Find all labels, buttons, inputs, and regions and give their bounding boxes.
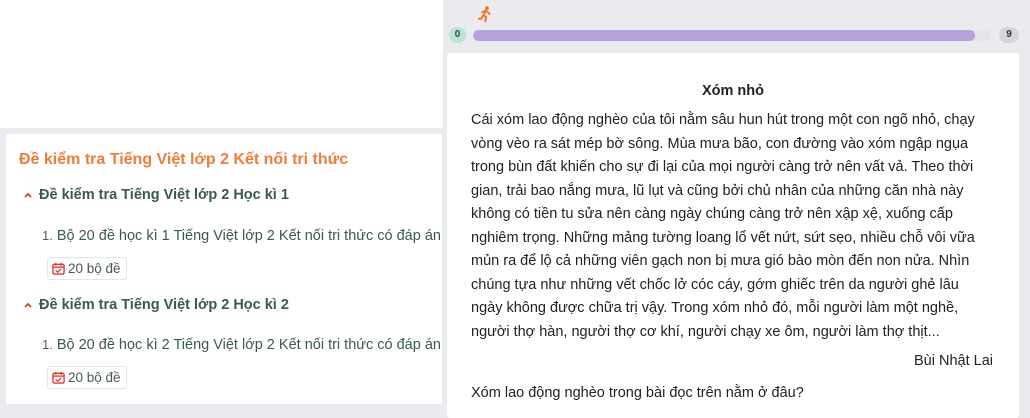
chevron-up-icon <box>23 300 33 310</box>
progress-end-badge: 9 <box>999 27 1019 43</box>
section-heading: Đề kiểm tra Tiếng Việt lớp 2 Học kì 1 <box>39 187 289 203</box>
passage-line: trong bùn đất khiến cho sự đi lại của mọ… <box>471 159 974 175</box>
progress-start-badge: 0 <box>449 27 466 43</box>
item-link-text[interactable]: Bộ 20 đề học kì 1 Tiếng Việt lớp 2 Kết n… <box>57 228 441 244</box>
item-number: 1. <box>42 337 53 352</box>
item-link-text[interactable]: Bộ 20 đề học kì 2 Tiếng Việt lớp 2 Kết n… <box>57 337 441 353</box>
section-header-hk1[interactable]: Đề kiểm tra Tiếng Việt lớp 2 Học kì 1 <box>23 187 289 203</box>
badge-label: 20 bộ đề <box>68 370 121 385</box>
section-heading: Đề kiểm tra Tiếng Việt lớp 2 Học kì 2 <box>39 297 289 313</box>
passage-line: ngày không được chữa trị vậy. Trong xóm … <box>471 300 959 316</box>
item-number: 1. <box>42 228 53 243</box>
passage-line: vòng vèo ra sát mép bờ sông. Mùa mưa bão… <box>471 135 969 152</box>
exam-count-badge: 20 bộ đề <box>47 366 127 389</box>
question-text: Xóm lao động nghèo trong bài đọc trên nằ… <box>471 385 804 401</box>
passage-line: người thợ hàn, người thợ cơ khí, người c… <box>471 323 940 340</box>
passage-author: Bùi Nhật Lai <box>914 353 993 369</box>
exam-list-card: Đề kiểm tra Tiếng Việt lớp 2 Kết nối tri… <box>6 134 442 404</box>
runner-icon <box>478 6 491 22</box>
chevron-up-icon <box>23 190 33 200</box>
passage-line: không có tiền tu sửa nên càng ngày chúng… <box>471 206 953 222</box>
passage-text: Cái xóm lao động nghèo của tôi nằm sâu h… <box>471 109 1003 344</box>
passage-line: Cái xóm lao động nghèo của tôi nằm sâu h… <box>471 112 975 128</box>
passage-title: Xóm nhỏ <box>701 83 765 99</box>
exam-list-item-hk2[interactable]: 1. Bộ 20 đề học kì 2 Tiếng Việt lớp 2 Kết… <box>42 337 441 353</box>
section-header-hk2[interactable]: Đề kiểm tra Tiếng Việt lớp 2 Học kì 2 <box>23 297 289 313</box>
progress-bar <box>473 30 991 41</box>
progress-bar-fill <box>473 30 976 41</box>
passage-line: chúng tựa như những vết chốc lở cóc cáy,… <box>471 276 959 293</box>
passage-line: gian, trải bao nắng mưa, lũ lụt và cũng … <box>471 182 964 199</box>
badge-label: 20 bộ đề <box>68 261 121 276</box>
calendar-check-icon <box>52 371 65 384</box>
calendar-check-icon <box>52 262 65 275</box>
reading-passage-card: Xóm nhỏ Cái xóm lao động nghèo của tôi n… <box>447 53 1019 418</box>
exam-list-title[interactable]: Đề kiểm tra Tiếng Việt lớp 2 Kết nối tri… <box>19 151 348 169</box>
exam-count-badge: 20 bộ đề <box>47 257 127 280</box>
passage-line: nghiêm trọng. Những mảng tường loang lổ … <box>471 229 975 246</box>
exam-list-item-hk1[interactable]: 1. Bộ 20 đề học kì 1 Tiếng Việt lớp 2 Kết… <box>42 228 441 244</box>
passage-line: mủn ra để lộ cả những viên gạch non bị m… <box>471 253 970 269</box>
